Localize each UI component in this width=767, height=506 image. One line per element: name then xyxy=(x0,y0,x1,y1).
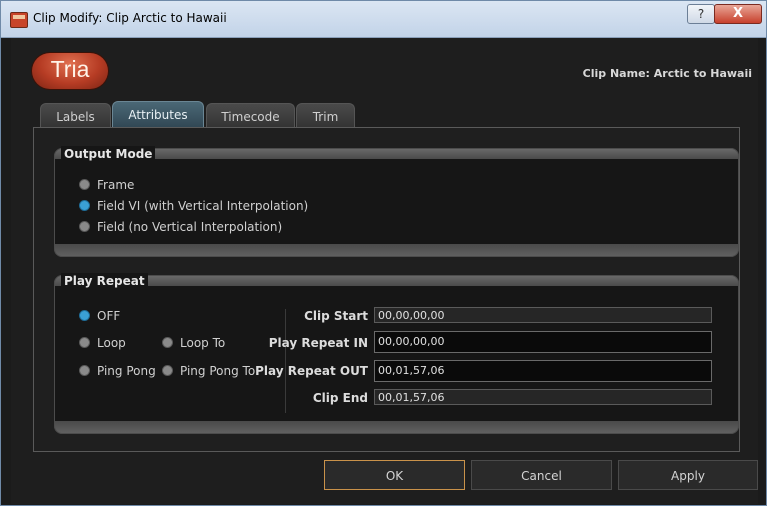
dialog-body: Tria Clip Name: Arctic to Hawaii Labels … xyxy=(11,38,758,504)
radio-indicator xyxy=(79,221,90,232)
output-mode-title: Output Mode xyxy=(61,146,156,162)
play-repeat-out-field[interactable]: 00,01,57,06 xyxy=(374,360,712,382)
tria-logo: Tria xyxy=(32,53,108,89)
radio-loop[interactable]: Loop xyxy=(79,336,126,350)
radio-label: Field VI (with Vertical Interpolation) xyxy=(97,199,309,213)
play-repeat-in-label: Play Repeat IN xyxy=(268,336,368,350)
cancel-button[interactable]: Cancel xyxy=(471,460,612,490)
radio-indicator xyxy=(162,337,173,348)
radio-indicator xyxy=(79,365,90,376)
clip-name-label: Clip Name: Arctic to Hawaii xyxy=(582,67,752,80)
radio-frame[interactable]: Frame xyxy=(79,178,134,192)
group-header-bar xyxy=(54,275,739,286)
radio-field-vi[interactable]: Field VI (with Vertical Interpolation) xyxy=(79,199,308,213)
close-button[interactable]: X xyxy=(714,4,762,24)
radio-label: Field (no Vertical Interpolation) xyxy=(97,220,283,234)
play-repeat-group: Play Repeat OFF Loop Loop To Ping Pong P… xyxy=(54,273,739,434)
radio-indicator xyxy=(162,365,173,376)
tab-labels[interactable]: Labels xyxy=(40,103,111,128)
group-header-bar xyxy=(54,148,739,159)
radio-loop-to[interactable]: Loop To xyxy=(162,336,225,350)
radio-field-no-vi[interactable]: Field (no Vertical Interpolation) xyxy=(79,220,282,234)
help-button[interactable]: ? xyxy=(687,4,715,24)
radio-off[interactable]: OFF xyxy=(79,309,120,323)
radio-ping-pong[interactable]: Ping Pong xyxy=(79,364,156,378)
radio-label: Loop To xyxy=(180,336,226,350)
ok-button[interactable]: OK xyxy=(324,460,465,490)
play-repeat-out-label: Play Repeat OUT xyxy=(255,364,368,378)
play-repeat-title: Play Repeat xyxy=(61,273,148,289)
tab-timecode[interactable]: Timecode xyxy=(206,103,295,128)
window-title: Clip Modify: Clip Arctic to Hawaii xyxy=(33,11,227,25)
app-icon xyxy=(10,12,28,28)
tab-attributes[interactable]: Attributes xyxy=(112,101,204,129)
apply-button[interactable]: Apply xyxy=(618,460,758,490)
radio-indicator-selected xyxy=(79,200,90,211)
attributes-panel: Output Mode Frame Field VI (with Vertica… xyxy=(33,127,740,452)
title-bar: Clip Modify: Clip Arctic to Hawaii ? X xyxy=(1,1,766,38)
dialog-window: Clip Modify: Clip Arctic to Hawaii ? X T… xyxy=(0,0,767,506)
clip-end-label: Clip End xyxy=(312,391,368,405)
tab-trim[interactable]: Trim xyxy=(296,103,355,128)
play-repeat-in-field[interactable]: 00,00,00,00 xyxy=(374,331,712,353)
radio-label: Frame xyxy=(97,178,135,192)
logo-text: Tria xyxy=(50,56,90,82)
radio-indicator-selected xyxy=(79,310,90,321)
radio-label: Loop xyxy=(97,336,126,350)
clip-start-field: 00,00,00,00 xyxy=(374,307,712,323)
group-footer-bar xyxy=(54,244,739,257)
radio-label: Ping Pong xyxy=(97,364,156,378)
clip-end-field: 00,01,57,06 xyxy=(374,389,712,405)
clip-start-label: Clip Start xyxy=(304,309,368,323)
radio-indicator xyxy=(79,179,90,190)
radio-indicator xyxy=(79,337,90,348)
radio-label: OFF xyxy=(97,309,121,323)
output-mode-group: Output Mode Frame Field VI (with Vertica… xyxy=(54,146,739,257)
group-footer-bar xyxy=(54,421,739,434)
